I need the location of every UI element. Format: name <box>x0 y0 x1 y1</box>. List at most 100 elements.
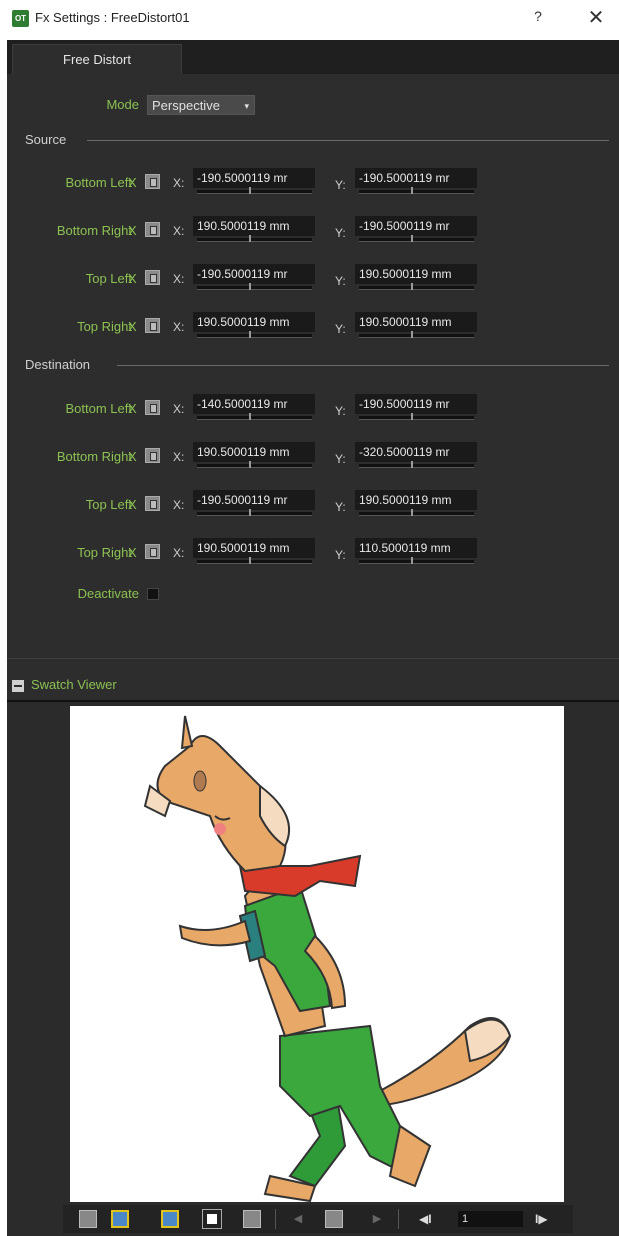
link-x-toggle[interactable]: X <box>128 271 142 286</box>
row-label: Bottom Right <box>56 449 132 464</box>
y-value-field[interactable]: -190.5000119 mr <box>355 168 477 188</box>
x-axis-label: X: <box>173 320 185 334</box>
frame-field[interactable]: 1 <box>458 1211 523 1227</box>
keyframe-icon[interactable] <box>145 496 160 511</box>
panel-divider <box>7 658 619 659</box>
y-value-slider[interactable] <box>359 283 474 290</box>
y-axis-label: Y: <box>335 500 346 514</box>
y-value-field[interactable]: 110.5000119 mm <box>355 538 477 558</box>
keyframe-icon[interactable] <box>325 1210 343 1228</box>
x-axis-label: X: <box>173 272 185 286</box>
app-icon: OT <box>12 10 29 27</box>
tab-strip: Free Distort <box>7 40 619 74</box>
keyframe-icon[interactable] <box>145 318 160 333</box>
keyframe-icon[interactable] <box>145 222 160 237</box>
mode-dropdown[interactable]: Perspective ▾ <box>147 95 255 115</box>
x-value-slider[interactable] <box>197 461 312 468</box>
fx-settings-panel: Free Distort Mode Perspective ▾ Source B… <box>7 40 619 702</box>
keyframe-icon[interactable] <box>145 270 160 285</box>
row-label: Top Right <box>77 545 132 560</box>
row-label: Top Left <box>85 271 132 286</box>
link-x-toggle[interactable]: X <box>128 175 142 190</box>
y-value-slider[interactable] <box>359 413 474 420</box>
close-button[interactable]: ✕ <box>584 6 608 30</box>
destination-section-title: Destination <box>25 357 91 372</box>
mode-label: Mode <box>106 97 139 112</box>
swatch-viewer-header: Swatch Viewer <box>7 672 619 700</box>
prev-frame-button[interactable]: ◀I <box>419 1210 445 1228</box>
toolbar-separator <box>275 1209 276 1229</box>
x-value-slider[interactable] <box>197 413 312 420</box>
y-value-slider[interactable] <box>359 461 474 468</box>
y-value-field[interactable]: 190.5000119 mm <box>355 264 477 284</box>
x-value-field[interactable]: -190.5000119 mr <box>193 264 315 284</box>
y-value-slider[interactable] <box>359 331 474 338</box>
eye-icon[interactable] <box>111 1210 129 1228</box>
y-value-field[interactable]: -190.5000119 mr <box>355 394 477 414</box>
y-axis-label: Y: <box>335 548 346 562</box>
keyframe-icon[interactable] <box>145 400 160 415</box>
title-bar: OT Fx Settings : FreeDistort01 ? ✕ <box>0 0 619 38</box>
row-label: Bottom Left <box>65 401 132 416</box>
y-value-field[interactable]: 190.5000119 mm <box>355 490 477 510</box>
mode-value: Perspective <box>152 98 220 113</box>
y-value-field[interactable]: 190.5000119 mm <box>355 312 477 332</box>
chevron-down-icon: ▾ <box>244 101 249 111</box>
y-axis-label: Y: <box>335 178 346 192</box>
x-value-field[interactable]: -190.5000119 mr <box>193 490 315 510</box>
x-value-field[interactable]: 190.5000119 mm <box>193 216 315 236</box>
black-bg-icon[interactable] <box>202 1209 222 1229</box>
y-value-slider[interactable] <box>359 235 474 242</box>
link-x-toggle[interactable]: X <box>128 319 142 334</box>
next-frame-button[interactable]: I▶ <box>535 1210 561 1228</box>
x-value-field[interactable]: 190.5000119 mm <box>193 442 315 462</box>
row-label: Top Right <box>77 319 132 334</box>
preview-icon[interactable] <box>243 1210 261 1228</box>
x-value-field[interactable]: 190.5000119 mm <box>193 538 315 558</box>
y-value-slider[interactable] <box>359 557 474 564</box>
x-value-field[interactable]: -190.5000119 mr <box>193 168 315 188</box>
frame-icon[interactable] <box>161 1210 179 1228</box>
swatch-viewer-title[interactable]: Swatch Viewer <box>31 677 117 692</box>
y-axis-label: Y: <box>335 226 346 240</box>
keyframe-icon[interactable] <box>145 448 160 463</box>
x-value-slider[interactable] <box>197 509 312 516</box>
y-axis-label: Y: <box>335 322 346 336</box>
link-x-toggle[interactable]: X <box>128 545 142 560</box>
prev-key-button[interactable]: ◀ <box>289 1210 307 1228</box>
deactivate-checkbox[interactable] <box>147 588 159 600</box>
x-axis-label: X: <box>173 498 185 512</box>
y-value-field[interactable]: -190.5000119 mr <box>355 216 477 236</box>
checkerboard-icon[interactable] <box>79 1210 97 1228</box>
link-x-toggle[interactable]: X <box>128 497 142 512</box>
y-axis-label: Y: <box>335 452 346 466</box>
x-value-field[interactable]: -140.5000119 mr <box>193 394 315 414</box>
next-key-button[interactable]: ▶ <box>368 1210 386 1228</box>
keyframe-icon[interactable] <box>145 174 160 189</box>
x-value-slider[interactable] <box>197 283 312 290</box>
y-value-slider[interactable] <box>359 509 474 516</box>
collapse-icon[interactable] <box>12 680 24 692</box>
toolbar-separator <box>398 1209 399 1229</box>
x-value-slider[interactable] <box>197 235 312 242</box>
x-value-field[interactable]: 190.5000119 mm <box>193 312 315 332</box>
section-divider <box>117 365 609 366</box>
x-value-slider[interactable] <box>197 187 312 194</box>
tab-free-distort[interactable]: Free Distort <box>12 44 182 74</box>
deactivate-label: Deactivate <box>77 586 139 601</box>
row-label: Bottom Left <box>65 175 132 190</box>
help-button[interactable]: ? <box>528 8 548 30</box>
y-value-field[interactable]: -320.5000119 mr <box>355 442 477 462</box>
swatch-canvas[interactable] <box>70 706 564 1206</box>
viewer-toolbar: ◀ ▶ ◀I 1 I▶ <box>7 1202 619 1236</box>
x-value-slider[interactable] <box>197 331 312 338</box>
link-x-toggle[interactable]: X <box>128 223 142 238</box>
y-axis-label: Y: <box>335 404 346 418</box>
character-illustration <box>143 715 512 1203</box>
link-x-toggle[interactable]: X <box>128 401 142 416</box>
link-x-toggle[interactable]: X <box>128 449 142 464</box>
viewer-toolbar-inner: ◀ ▶ ◀I 1 I▶ <box>63 1205 573 1233</box>
y-value-slider[interactable] <box>359 187 474 194</box>
x-value-slider[interactable] <box>197 557 312 564</box>
keyframe-icon[interactable] <box>145 544 160 559</box>
